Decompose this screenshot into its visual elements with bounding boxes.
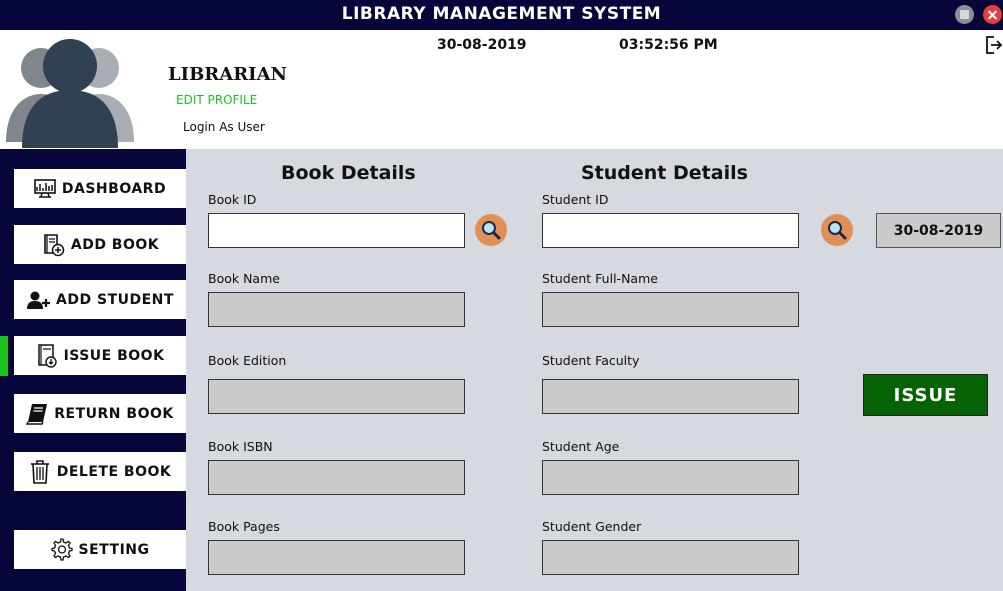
sidebar-item-label: ADD BOOK [70, 236, 160, 253]
trash-icon [30, 459, 49, 484]
search-icon [482, 221, 501, 240]
sidebar: DASHBOARD ADD BOOK ADD STUDENT ISSUE BOO… [0, 149, 186, 591]
sidebar-item-label: DASHBOARD [61, 180, 167, 197]
book-isbn-label: Book ISBN [208, 439, 273, 454]
add-book-icon [44, 233, 65, 256]
sidebar-item-label: RETURN BOOK [54, 405, 174, 422]
book-edition-label: Book Edition [208, 353, 287, 368]
maximize-button[interactable] [955, 5, 974, 24]
book-edition-field [208, 379, 465, 414]
sidebar-item-delete-book[interactable]: DELETE BOOK [14, 452, 186, 491]
sidebar-item-setting[interactable]: SETTING [14, 530, 186, 569]
sidebar-item-add-student[interactable]: ADD STUDENT [14, 280, 186, 319]
book-name-label: Book Name [208, 271, 280, 286]
issue-date-display: 30-08-2019 [876, 213, 1001, 248]
book-search-button[interactable] [475, 214, 507, 246]
close-button[interactable] [983, 5, 1002, 24]
gear-icon [50, 537, 73, 561]
book-pages-field [208, 540, 465, 575]
student-gender-label: Student Gender [542, 519, 642, 534]
monitor-icon [34, 178, 56, 198]
title-bar: LIBRARY MANAGEMENT SYSTEM [0, 0, 1003, 30]
book-id-label: Book ID [208, 192, 257, 207]
book-pages-label: Book Pages [208, 519, 280, 534]
sidebar-item-return-book[interactable]: RETURN BOOK [14, 394, 186, 433]
login-as-user-link[interactable]: Login As User [183, 120, 265, 134]
users-avatar-icon [6, 39, 134, 148]
sidebar-item-label: ADD STUDENT [56, 291, 174, 308]
header: LIBRARIAN EDIT PROFILE Login As User 30-… [0, 30, 1003, 149]
student-full-name-label: Student Full-Name [542, 271, 658, 286]
sidebar-item-label: DELETE BOOK [56, 463, 172, 480]
add-user-icon [27, 291, 51, 309]
logout-icon[interactable] [985, 35, 1003, 55]
edit-profile-link[interactable]: EDIT PROFILE [176, 93, 257, 107]
sidebar-item-add-book[interactable]: ADD BOOK [14, 225, 186, 264]
student-search-button[interactable] [821, 214, 853, 246]
current-time: 03:52:56 PM [619, 37, 718, 53]
book-id-input[interactable] [208, 213, 465, 248]
user-role: LIBRARIAN [168, 64, 288, 85]
book-isbn-field [208, 460, 465, 495]
student-details-title: Student Details [581, 162, 748, 184]
student-gender-field [542, 540, 799, 575]
student-age-field [542, 460, 799, 495]
sidebar-item-issue-book[interactable]: ISSUE BOOK [14, 336, 186, 375]
sidebar-item-label: SETTING [78, 541, 150, 558]
active-indicator [0, 336, 8, 376]
book-icon [26, 403, 48, 425]
student-faculty-field [542, 379, 799, 414]
sidebar-item-dashboard[interactable]: DASHBOARD [14, 169, 186, 208]
window-title: LIBRARY MANAGEMENT SYSTEM [341, 4, 662, 24]
student-id-input[interactable] [542, 213, 799, 248]
current-date: 30-08-2019 [437, 37, 527, 53]
student-id-label: Student ID [542, 192, 609, 207]
book-details-title: Book Details [281, 162, 416, 184]
search-icon [828, 221, 847, 240]
student-faculty-label: Student Faculty [542, 353, 640, 368]
student-full-name-field [542, 292, 799, 327]
student-age-label: Student Age [542, 439, 620, 454]
issue-button[interactable]: ISSUE [863, 374, 988, 416]
sidebar-item-label: ISSUE BOOK [63, 347, 165, 364]
book-name-field [208, 292, 465, 327]
issue-book-icon [37, 343, 57, 368]
